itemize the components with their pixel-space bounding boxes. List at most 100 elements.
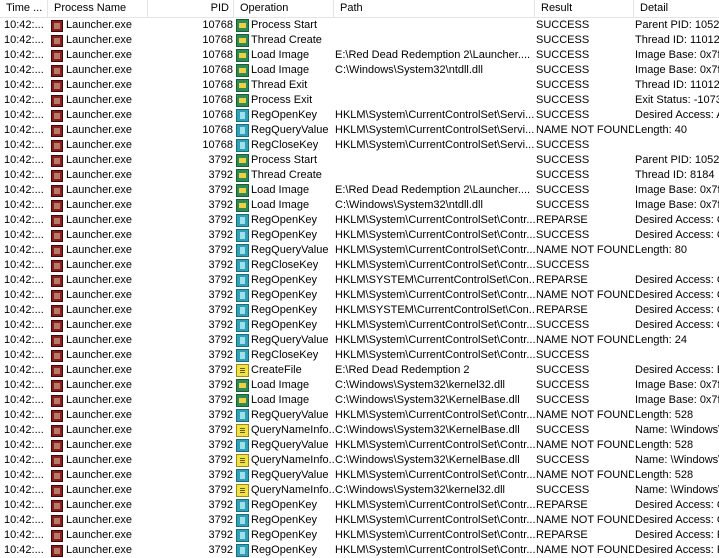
column-header-detail[interactable]: Detail (634, 0, 719, 17)
time-cell: 10:42:... (4, 214, 44, 226)
path-cell: HKLM\System\CurrentControlSet\Contr... (335, 409, 535, 421)
table-row[interactable]: 10:42:... Launcher.exe 3792 RegCloseKey HKLM… (0, 258, 719, 273)
operation-text: Load Image (251, 184, 310, 196)
result-cell: SUCCESS (536, 379, 590, 391)
registry-icon (236, 214, 249, 227)
process-name-cell: Launcher.exe (48, 528, 148, 543)
process-name-cell: Launcher.exe (48, 288, 148, 303)
column-header-result[interactable]: Result (535, 0, 634, 17)
table-row[interactable]: 10:42:... Launcher.exe 10768 Process Start S… (0, 18, 719, 33)
detail-cell: Length: 40 (635, 124, 687, 136)
column-header-process-name[interactable]: Process Name (48, 0, 148, 17)
table-row[interactable]: 10:42:... Launcher.exe 3792 RegQueryValue HK… (0, 243, 719, 258)
operation-text: RegOpenKey (251, 109, 318, 121)
column-header-path[interactable]: Path (334, 0, 535, 17)
operation-cell: RegQueryValue (234, 468, 334, 483)
table-row[interactable]: 10:42:... Launcher.exe 3792 RegCloseKey HKLM… (0, 348, 719, 363)
table-row[interactable]: 10:42:... Launcher.exe 3792 QueryNameInfo..… (0, 453, 719, 468)
path-cell: C:\Windows\System32\kernel32.dll (335, 379, 505, 391)
table-row[interactable]: 10:42:... Launcher.exe 10768 Process Exit SU… (0, 93, 719, 108)
registry-icon (236, 529, 249, 542)
table-row[interactable]: 10:42:... Launcher.exe 3792 RegOpenKey HKLM\… (0, 513, 719, 528)
table-row[interactable]: 10:42:... Launcher.exe 10768 Thread Create S… (0, 33, 719, 48)
pid-cell: 3792 (208, 334, 233, 346)
column-header-time[interactable]: Time ... (0, 0, 48, 17)
table-row[interactable]: 10:42:... Launcher.exe 3792 Load Image C:\Wi… (0, 393, 719, 408)
operation-text: QueryNameInfo... (251, 454, 334, 466)
table-row[interactable]: 10:42:... Launcher.exe 3792 Thread Create SU… (0, 168, 719, 183)
table-row[interactable]: 10:42:... Launcher.exe 3792 RegQueryValue HK… (0, 468, 719, 483)
file-system-icon (236, 424, 249, 437)
process-name-cell: Launcher.exe (48, 393, 148, 408)
time-cell: 10:42:... (4, 229, 44, 241)
process-name-text: Launcher.exe (66, 529, 133, 541)
process-name-text: Launcher.exe (66, 184, 133, 196)
time-cell: 10:42:... (4, 34, 44, 46)
operation-cell: RegQueryValue (234, 123, 334, 138)
process-name-cell: Launcher.exe (48, 333, 148, 348)
process-activity-icon (236, 169, 249, 182)
table-row[interactable]: 10:42:... Launcher.exe 3792 RegQueryValue HK… (0, 438, 719, 453)
table-row[interactable]: 10:42:... Launcher.exe 3792 QueryNameInfo..… (0, 423, 719, 438)
result-cell: NAME NOT FOUND (536, 469, 634, 481)
process-name-cell: Launcher.exe (48, 243, 148, 258)
column-header-pid[interactable]: PID (148, 0, 234, 17)
operation-cell: RegOpenKey (234, 288, 334, 303)
table-row[interactable]: 10:42:... Launcher.exe 3792 RegOpenKey HKLM\… (0, 303, 719, 318)
table-row[interactable]: 10:42:... Launcher.exe 3792 Load Image C:\Wi… (0, 378, 719, 393)
detail-cell: Parent PID: 10528,... (635, 154, 719, 166)
table-row[interactable]: 10:42:... Launcher.exe 3792 Load Image C:\Wi… (0, 198, 719, 213)
registry-icon (236, 109, 249, 122)
table-row[interactable]: 10:42:... Launcher.exe 10768 Load Image C:\W… (0, 63, 719, 78)
table-row[interactable]: 10:42:... Launcher.exe 3792 RegOpenKey HKLM\… (0, 288, 719, 303)
operation-cell: RegOpenKey (234, 318, 334, 333)
registry-icon (236, 304, 249, 317)
table-row[interactable]: 10:42:... Launcher.exe 3792 QueryNameInfo..… (0, 483, 719, 498)
time-cell: 10:42:... (4, 319, 44, 331)
pid-cell: 10768 (202, 49, 233, 61)
operation-cell: Load Image (234, 378, 334, 393)
table-row[interactable]: 10:42:... Launcher.exe 10768 RegOpenKey HKLM… (0, 108, 719, 123)
table-row[interactable]: 10:42:... Launcher.exe 3792 RegQueryValue HK… (0, 333, 719, 348)
process-name-text: Launcher.exe (66, 499, 133, 511)
time-cell: 10:42:... (4, 424, 44, 436)
registry-icon (236, 289, 249, 302)
file-system-icon (236, 364, 249, 377)
table-row[interactable]: 10:42:... Launcher.exe 3792 RegQueryValue HK… (0, 408, 719, 423)
table-row[interactable]: 10:42:... Launcher.exe 3792 CreateFile E:\Re… (0, 363, 719, 378)
detail-cell: Desired Access: R... (635, 529, 719, 541)
detail-cell (634, 348, 719, 363)
pid-cell: 3792 (208, 169, 233, 181)
table-row[interactable]: 10:42:... Launcher.exe 3792 Load Image E:\Re… (0, 183, 719, 198)
operation-text: QueryNameInfo... (251, 484, 334, 496)
operation-cell: RegOpenKey (234, 108, 334, 123)
table-row[interactable]: 10:42:... Launcher.exe 10768 RegQueryValue H… (0, 123, 719, 138)
column-header-operation[interactable]: Operation (234, 0, 334, 17)
table-row[interactable]: 10:42:... Launcher.exe 3792 RegOpenKey HKLM\… (0, 273, 719, 288)
table-row[interactable]: 10:42:... Launcher.exe 10768 Thread Exit SUC… (0, 78, 719, 93)
table-row[interactable]: 10:42:... Launcher.exe 3792 Process Start SU… (0, 153, 719, 168)
detail-cell: Image Base: 0x7ff7... (635, 184, 719, 196)
table-row[interactable]: 10:42:... Launcher.exe 3792 RegOpenKey HKLM\… (0, 528, 719, 543)
time-cell: 10:42:... (4, 514, 44, 526)
table-row[interactable]: 10:42:... Launcher.exe 10768 Load Image E:\R… (0, 48, 719, 63)
table-row[interactable]: 10:42:... Launcher.exe 3792 RegOpenKey HKLM\… (0, 318, 719, 333)
process-activity-icon (236, 184, 249, 197)
detail-cell: Desired Access: Q... (635, 214, 719, 226)
operation-text: RegOpenKey (251, 304, 318, 316)
launcher-app-icon (51, 109, 63, 122)
operation-text: CreateFile (251, 364, 302, 376)
pid-cell: 3792 (208, 409, 233, 421)
table-row[interactable]: 10:42:... Launcher.exe 3792 RegOpenKey HKLM\… (0, 228, 719, 243)
table-row[interactable]: 10:42:... Launcher.exe 3792 RegOpenKey HKLM\… (0, 213, 719, 228)
launcher-app-icon (51, 409, 63, 422)
path-cell: HKLM\System\CurrentControlSet\Servi... (335, 139, 535, 151)
time-cell: 10:42:... (4, 184, 44, 196)
table-row[interactable]: 10:42:... Launcher.exe 10768 RegCloseKey HKL… (0, 138, 719, 153)
process-name-text: Launcher.exe (66, 244, 133, 256)
table-row[interactable]: 10:42:... Launcher.exe 3792 RegOpenKey HKLM\… (0, 498, 719, 513)
launcher-app-icon (51, 289, 63, 302)
result-cell: SUCCESS (536, 184, 590, 196)
time-cell: 10:42:... (4, 154, 44, 166)
detail-cell: Length: 24 (635, 334, 687, 346)
